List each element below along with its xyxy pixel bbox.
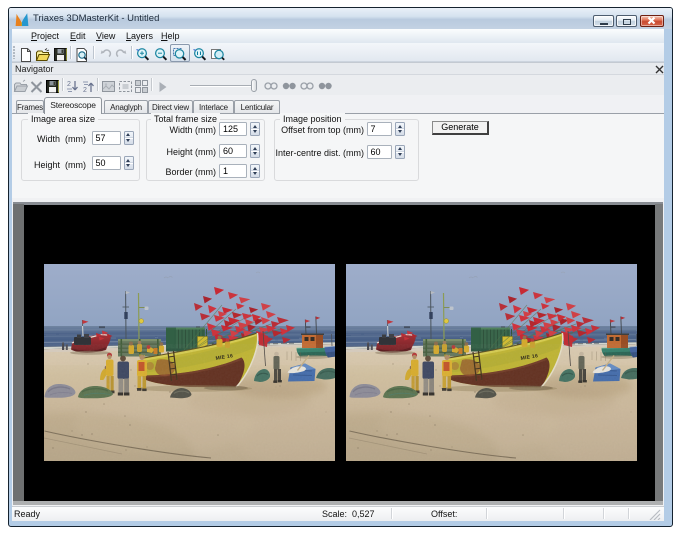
svg-text:2: 2 bbox=[83, 87, 87, 94]
svg-text:2: 2 bbox=[67, 81, 71, 88]
